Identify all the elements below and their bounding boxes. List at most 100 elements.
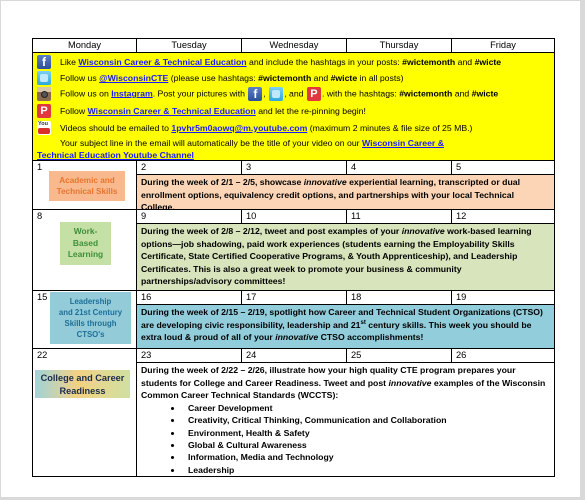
badge-line: Readiness <box>59 385 106 396</box>
youtube-email-link[interactable]: 1pvhr5m0aowq@m.youtube.com <box>171 123 307 133</box>
badge-line: Technical Skills <box>56 187 118 196</box>
pinterest-line: P Follow Wisconsin Career & Technical Ed… <box>37 104 366 118</box>
hashtag-wicte: #wicte <box>474 57 502 67</box>
header-monday: Monday <box>33 39 137 52</box>
day-number: 15 <box>37 292 48 302</box>
list-item: Creativity, Critical Thinking, Communica… <box>183 414 550 426</box>
pinterest-icon: P <box>306 87 321 101</box>
youtube-subject-text: Your subject line in the email will auto… <box>60 138 362 148</box>
monday-cell: 8 Work- Based Learning <box>33 210 137 290</box>
badge-line: Skills through <box>64 319 117 328</box>
wccts-standards-list: Career Development Creativity, Critical … <box>141 402 550 476</box>
instagram-text-mid: . Post your pictures with <box>152 88 248 99</box>
day-number: 17 <box>242 291 347 304</box>
youtube-subject-line: Your subject line in the email will auto… <box>60 137 444 149</box>
youtube-channel-link-continued[interactable]: Technical Education Youtube Channel <box>37 150 194 160</box>
week-row-3: 15 Leadership and 21st Century Skills th… <box>33 291 554 349</box>
header-wednesday: Wednesday <box>242 39 347 52</box>
desc-emphasis: innovative <box>303 177 347 187</box>
desc-text: CTSO accomplishments! <box>318 332 424 343</box>
and-text: and <box>455 57 475 67</box>
desc-text: During the week of 2/8 – 2/12, tweet and… <box>141 226 402 236</box>
monday-cell: 22 College and Career Readiness <box>33 349 137 476</box>
day-number: 24 <box>242 349 347 362</box>
twitter-line: Follow us @WisconsinCTE (please use hash… <box>37 71 404 85</box>
day-number: 8 <box>37 211 43 221</box>
list-item: Environment, Health & Safety <box>183 427 550 439</box>
twitter-handle-link[interactable]: @WisconsinCTE <box>99 73 168 83</box>
day-number: 1 <box>37 162 43 172</box>
pinterest-icon: P <box>37 104 51 118</box>
week-row-1: 1 Academic and Technical Skills 2 3 4 5 … <box>33 161 554 212</box>
day-number: 12 <box>456 211 467 221</box>
facebook-icon: f <box>37 55 51 69</box>
day-number: 18 <box>347 291 452 304</box>
day-number-row: 2 3 4 5 <box>137 161 554 175</box>
hashtag-wictemonth: #wictemonth <box>258 73 312 83</box>
twitter-icon <box>269 87 284 101</box>
youtube-line: Videos should be emailed to 1pvhr5m0aowq… <box>37 121 472 135</box>
badge-line: Based <box>72 237 99 248</box>
twitter-text-mid: (please use hashtags: <box>168 73 259 83</box>
day-number: 25 <box>347 349 452 362</box>
header-tuesday: Tuesday <box>137 39 242 52</box>
list-item: Career Development <box>183 402 550 414</box>
badge-line: Leadership <box>69 297 112 306</box>
facebook-page-link[interactable]: Wisconsin Career & Technical Education <box>78 57 246 67</box>
monday-cell: 15 Leadership and 21st Century Skills th… <box>33 291 137 348</box>
list-item: Information, Media and Technology <box>183 451 550 463</box>
desc-paragraph: During the week of 2/22 – 2/26, illustra… <box>141 364 550 402</box>
social-media-info-block: f Like Wisconsin Career & Technical Educ… <box>33 53 554 161</box>
twitter-text: Follow us <box>60 73 100 83</box>
pinterest-page-link[interactable]: Wisconsin Career & Technical Education <box>88 106 256 116</box>
desc-emphasis: innovative <box>275 332 319 343</box>
day-number: 9 <box>137 210 242 223</box>
desc-emphasis: innovative <box>388 377 432 388</box>
week-description: During the week of 2/8 – 2/12, tweet and… <box>137 224 554 290</box>
badge-line: and 21st Century <box>58 308 123 317</box>
february-cte-calendar: Monday Tuesday Wednesday Thursday Friday… <box>32 38 555 477</box>
instagram-link[interactable]: Instagram <box>111 88 153 98</box>
hashtag-wictemonth: #wictemonth <box>402 57 456 67</box>
badge-line: Learning <box>67 249 104 259</box>
facebook-icon: f <box>248 87 263 101</box>
day-number: 26 <box>456 350 467 360</box>
day-number: 19 <box>456 292 467 302</box>
theme-badge-leadership-ctso: Leadership and 21st Century Skills throu… <box>50 292 131 344</box>
comma-text: , <box>263 88 269 99</box>
hashtag-wicte: #wicte <box>471 88 499 99</box>
facebook-line: f Like Wisconsin Career & Technical Educ… <box>37 55 501 69</box>
badge-line: College and Career <box>40 373 125 383</box>
day-number: 10 <box>242 210 347 223</box>
day-number: 23 <box>137 349 242 362</box>
day-number: 22 <box>37 350 48 360</box>
desc-emphasis: innovative <box>401 226 445 236</box>
hashtag-wicte: #wicte <box>330 73 358 83</box>
badge-line: Work- <box>73 226 98 236</box>
instagram-icon <box>37 87 51 101</box>
day-number: 11 <box>347 210 452 223</box>
youtube-text: Videos should be emailed to <box>60 123 172 133</box>
day-number: 3 <box>242 161 347 174</box>
twitter-text-post: in all posts) <box>357 73 404 83</box>
theme-badge-academic-technical-skills: Academic and Technical Skills <box>49 171 125 201</box>
header-thursday: Thursday <box>347 39 452 52</box>
youtube-icon <box>37 121 51 135</box>
instagram-text: Follow us on <box>60 88 112 99</box>
facebook-text: Like <box>60 57 79 67</box>
badge-line: Academic and <box>59 176 115 185</box>
and-text: and <box>311 73 331 83</box>
week-row-2: 8 Work- Based Learning 9 10 11 12 During… <box>33 210 554 291</box>
day-number: 2 <box>137 161 242 174</box>
facebook-text-mid: and include the hashtags in your posts: <box>246 57 403 67</box>
week-description: During the week of 2/15 – 2/19, spotligh… <box>137 305 554 348</box>
and-text: and <box>452 88 472 99</box>
twitter-icon <box>37 71 51 85</box>
theme-badge-work-based-learning: Work- Based Learning <box>60 222 111 265</box>
list-item: Global & Cultural Awareness <box>183 439 550 451</box>
document-page: Monday Tuesday Wednesday Thursday Friday… <box>1 1 580 497</box>
hashtag-wictemonth: #wictemonth <box>399 88 453 99</box>
youtube-channel-link[interactable]: Wisconsin Career & <box>362 138 444 148</box>
instagram-line: Follow us on Instagram. Post your pictur… <box>37 87 498 101</box>
header-friday: Friday <box>490 40 516 50</box>
